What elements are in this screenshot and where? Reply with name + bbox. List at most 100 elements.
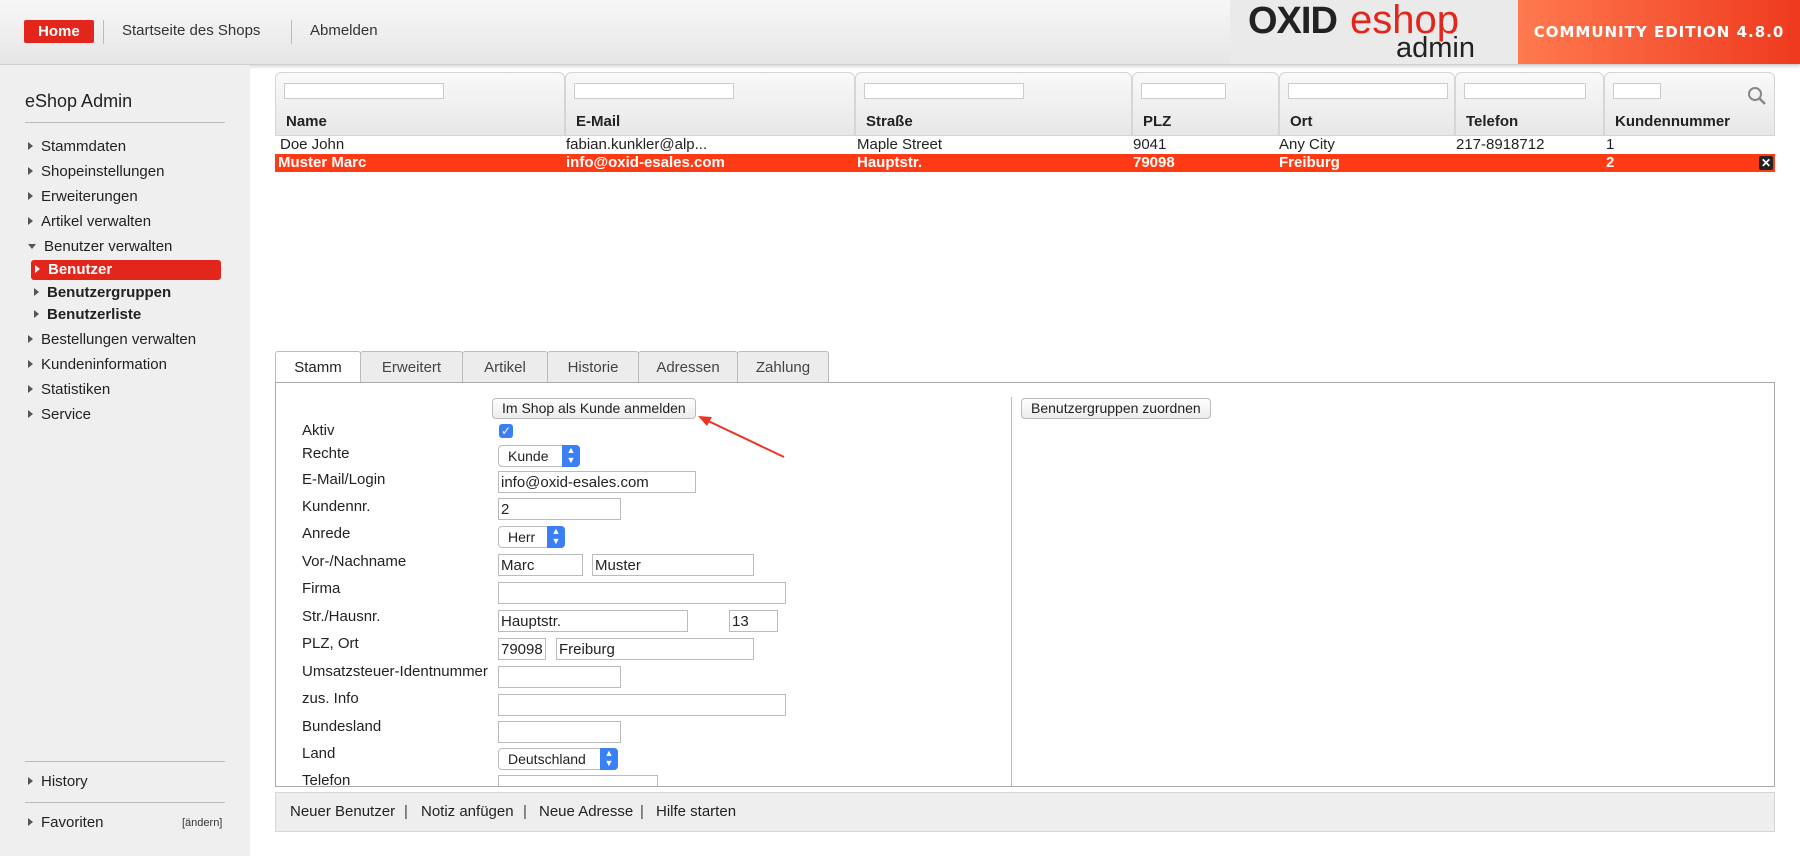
lastname-field[interactable] bbox=[592, 554, 754, 576]
city-field[interactable] bbox=[556, 638, 754, 660]
label-rechte: Rechte bbox=[302, 445, 350, 462]
separator: | bbox=[640, 803, 644, 820]
tab-artikel[interactable]: Artikel bbox=[462, 351, 548, 382]
additional-info-field[interactable] bbox=[498, 694, 786, 716]
sidebar-item-favoriten[interactable]: Favoriten bbox=[28, 813, 104, 833]
label-firma: Firma bbox=[302, 580, 341, 597]
label-add-info: zus. Info bbox=[302, 690, 359, 707]
column-header-street[interactable]: Straße bbox=[855, 72, 1132, 136]
label-phone: Telefon bbox=[302, 772, 351, 787]
sidebar-item-shopeinstellungen[interactable]: Shopeinstellungen bbox=[28, 162, 164, 182]
state-field[interactable] bbox=[498, 721, 621, 743]
sidebar-item-service[interactable]: Service bbox=[28, 405, 91, 425]
sidebar-item-benutzer[interactable]: Benutzer bbox=[31, 260, 221, 280]
assign-user-groups-button[interactable]: Benutzergruppen zuordnen bbox=[1021, 398, 1211, 419]
rights-select[interactable]: Kunde ▲ ▼ bbox=[498, 445, 580, 467]
sidebar-item-erweiterungen[interactable]: Erweiterungen bbox=[28, 187, 138, 207]
filter-customer-no-input[interactable] bbox=[1613, 83, 1661, 99]
table-row-selected[interactable]: Muster Marc info@oxid-esales.com Hauptst… bbox=[275, 154, 1775, 172]
oxid-eshop-logo: OXID eshop admin bbox=[1230, 0, 1518, 64]
company-field[interactable] bbox=[498, 582, 786, 604]
home-button[interactable]: Home bbox=[24, 20, 94, 43]
sidebar-item-history[interactable]: History bbox=[28, 772, 88, 792]
sidebar-item-artikel[interactable]: Artikel verwalten bbox=[28, 212, 151, 232]
separator: | bbox=[523, 803, 527, 820]
chevron-right-icon bbox=[28, 167, 33, 175]
column-header-email[interactable]: E-Mail bbox=[565, 72, 855, 136]
sidebar-item-benutzer-verwalten[interactable]: Benutzer verwalten bbox=[28, 237, 172, 257]
filter-name-input[interactable] bbox=[284, 83, 444, 99]
vat-id-field[interactable] bbox=[498, 666, 621, 688]
logo-admin: admin bbox=[1396, 32, 1475, 64]
user-detail-panel: Im Shop als Kunde anmelden Benutzergrupp… bbox=[275, 382, 1775, 787]
chevron-right-icon bbox=[28, 142, 33, 150]
divider bbox=[1011, 397, 1012, 786]
filter-city-input[interactable] bbox=[1288, 83, 1448, 99]
select-arrows-icon: ▲ ▼ bbox=[562, 445, 580, 467]
separator: | bbox=[404, 803, 408, 820]
new-address-link[interactable]: Neue Adresse bbox=[539, 803, 633, 820]
sidebar-item-benutzerliste[interactable]: Benutzerliste bbox=[34, 305, 141, 325]
separator bbox=[291, 20, 292, 44]
top-bar: Home Startseite des Shops Abmelden OXID … bbox=[0, 0, 1800, 65]
chevron-right-icon bbox=[28, 192, 33, 200]
zip-field[interactable] bbox=[498, 638, 546, 660]
column-header-zip[interactable]: PLZ bbox=[1132, 72, 1279, 136]
label-country: Land bbox=[302, 745, 336, 762]
sidebar-item-benutzergruppen[interactable]: Benutzergruppen bbox=[34, 283, 171, 303]
street-field[interactable] bbox=[498, 610, 688, 632]
label-aktiv: Aktiv bbox=[302, 422, 335, 439]
chevron-right-icon bbox=[28, 818, 33, 826]
house-number-field[interactable] bbox=[729, 610, 778, 632]
search-icon[interactable] bbox=[1747, 86, 1767, 106]
favorites-change-link[interactable]: [ändern] bbox=[182, 817, 222, 829]
column-header-name[interactable]: Name bbox=[275, 72, 565, 136]
sidebar-item-statistiken[interactable]: Statistiken bbox=[28, 380, 110, 400]
shop-start-link[interactable]: Startseite des Shops bbox=[122, 22, 260, 39]
sidebar-item-stammdaten[interactable]: Stammdaten bbox=[28, 137, 126, 157]
logo-oxid: OXID bbox=[1248, 0, 1338, 42]
label-street: Str./Hausnr. bbox=[302, 608, 381, 625]
divider bbox=[25, 802, 225, 803]
divider bbox=[25, 761, 225, 762]
column-header-phone[interactable]: Telefon bbox=[1455, 72, 1604, 136]
country-select[interactable]: Deutschland ▲ ▼ bbox=[498, 748, 618, 770]
salutation-select[interactable]: Herr ▲ ▼ bbox=[498, 526, 565, 548]
column-header-city[interactable]: Ort bbox=[1279, 72, 1455, 136]
filter-email-input[interactable] bbox=[574, 83, 734, 99]
customer-number-field[interactable] bbox=[498, 498, 621, 520]
phone-field[interactable] bbox=[498, 775, 658, 786]
start-help-link[interactable]: Hilfe starten bbox=[656, 803, 736, 820]
filter-phone-input[interactable] bbox=[1464, 83, 1586, 99]
chevron-right-icon bbox=[34, 310, 39, 318]
label-state: Bundesland bbox=[302, 718, 382, 735]
chevron-right-icon bbox=[28, 360, 33, 368]
tab-historie[interactable]: Historie bbox=[547, 351, 639, 382]
tab-adressen[interactable]: Adressen bbox=[638, 351, 738, 382]
sidebar: eShop Admin Stammdaten Shopeinstellungen… bbox=[0, 65, 250, 856]
active-checkbox[interactable]: ✓ bbox=[499, 424, 513, 438]
tab-stamm[interactable]: Stamm bbox=[275, 351, 361, 384]
separator bbox=[103, 20, 104, 44]
sidebar-item-bestellungen[interactable]: Bestellungen verwalten bbox=[28, 330, 196, 350]
filter-street-input[interactable] bbox=[864, 83, 1024, 99]
table-row[interactable]: Doe John fabian.kunkler@alp... Maple Str… bbox=[275, 136, 1775, 154]
firstname-field[interactable] bbox=[498, 554, 583, 576]
chevron-right-icon bbox=[34, 288, 39, 296]
logout-link[interactable]: Abmelden bbox=[310, 22, 378, 39]
chevron-right-icon bbox=[28, 777, 33, 785]
delete-icon[interactable]: ✕ bbox=[1759, 156, 1773, 170]
add-note-link[interactable]: Notiz anfügen bbox=[421, 803, 514, 820]
sidebar-item-kundeninformation[interactable]: Kundeninformation bbox=[28, 355, 167, 375]
sidebar-title: eShop Admin bbox=[25, 91, 133, 111]
label-vat-id: Umsatzsteuer-Identnummer bbox=[302, 663, 488, 680]
chevron-right-icon bbox=[28, 410, 33, 418]
tab-erweitert[interactable]: Erweitert bbox=[360, 351, 463, 382]
new-user-link[interactable]: Neuer Benutzer bbox=[290, 803, 395, 820]
edition-badge: COMMUNITY EDITION 4.8.0 bbox=[1518, 0, 1800, 64]
login-as-customer-button[interactable]: Im Shop als Kunde anmelden bbox=[492, 398, 696, 419]
email-field[interactable] bbox=[498, 471, 696, 493]
filter-zip-input[interactable] bbox=[1141, 83, 1226, 99]
red-arrow-annotation bbox=[698, 416, 785, 458]
tab-zahlung[interactable]: Zahlung bbox=[737, 351, 829, 382]
